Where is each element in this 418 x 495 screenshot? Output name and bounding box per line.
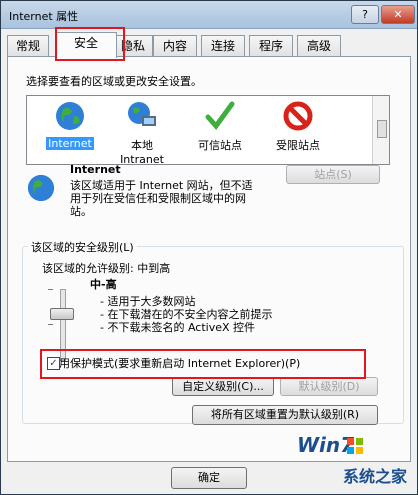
reset-all-zones-button[interactable]: 将所有区域重置为默认级别(R) [192,405,378,425]
security-slider-thumb[interactable] [50,308,74,320]
zone-label: 本地 [131,139,153,152]
globe-icon [56,102,84,130]
default-level-button[interactable]: 默认级别(D) [280,377,378,396]
zone-label: Internet [46,137,94,150]
title-bar[interactable]: Internet 属性 ? ✕ [1,1,417,29]
checkmark-icon [205,101,235,130]
intranet-icon [128,102,156,126]
slider-tick [48,324,53,325]
zone-item-trusted-sites[interactable]: 可信站点 [185,100,255,153]
zone-item-restricted-sites[interactable]: 受限站点 [263,100,333,153]
protected-mode-highlight-box [40,349,366,379]
ok-button[interactable]: 确定 [171,467,247,489]
window-title: Internet 属性 [9,10,79,23]
zone-title: Internet [70,163,121,176]
tab-connections[interactable]: 连接 [201,35,245,56]
windows-logo-icon [347,438,363,454]
globe-icon [27,174,55,202]
security-level-label: 该区域的安全级别(L) [28,239,137,255]
tab-highlight-box [55,27,125,61]
sites-button[interactable]: 站点(S) [286,165,380,184]
zone-label: 可信站点 [198,139,242,152]
close-button[interactable]: ✕ [381,5,415,24]
allowed-levels-text: 该区域的允许级别: 中到高 [42,262,171,275]
zone-list: Internet 本地 Intranet 可信站点 受限站点 [26,95,390,166]
level-bullet: - 不下载未签名的 ActiveX 控件 [100,321,256,334]
internet-properties-window: Internet 属性 ? ✕ 常规 安全 隐私 内容 连接 程序 高级 选择要… [0,0,418,495]
tab-programs[interactable]: 程序 [249,35,293,56]
help-button[interactable]: ? [351,5,379,24]
zone-label: 受限站点 [276,139,320,152]
zone-instruction: 选择要查看的区域或更改安全设置。 [26,75,202,88]
restricted-icon [283,101,313,131]
tab-general[interactable]: 常规 [7,35,49,56]
zone-description: 该区域适用于 Internet 网站，但不适用于列在受信任和受限制区域中的网站。 [70,179,253,218]
slider-tick [48,289,53,290]
security-panel: 选择要查看的区域或更改安全设置。 Internet 本地 Intranet 可信 [7,56,411,462]
watermark-site: 系统之家 [343,467,408,486]
tab-content[interactable]: 内容 [153,35,197,56]
scroll-thumb[interactable] [377,120,387,138]
level-name: 中-高 [90,278,117,291]
tab-advanced[interactable]: 高级 [297,35,341,56]
zone-item-internet[interactable]: Internet [35,100,105,150]
custom-level-button[interactable]: 自定义级别(C)... [172,377,274,396]
zone-item-local-intranet[interactable]: 本地 Intranet [107,100,177,166]
zone-scrollbar[interactable] [372,96,389,164]
